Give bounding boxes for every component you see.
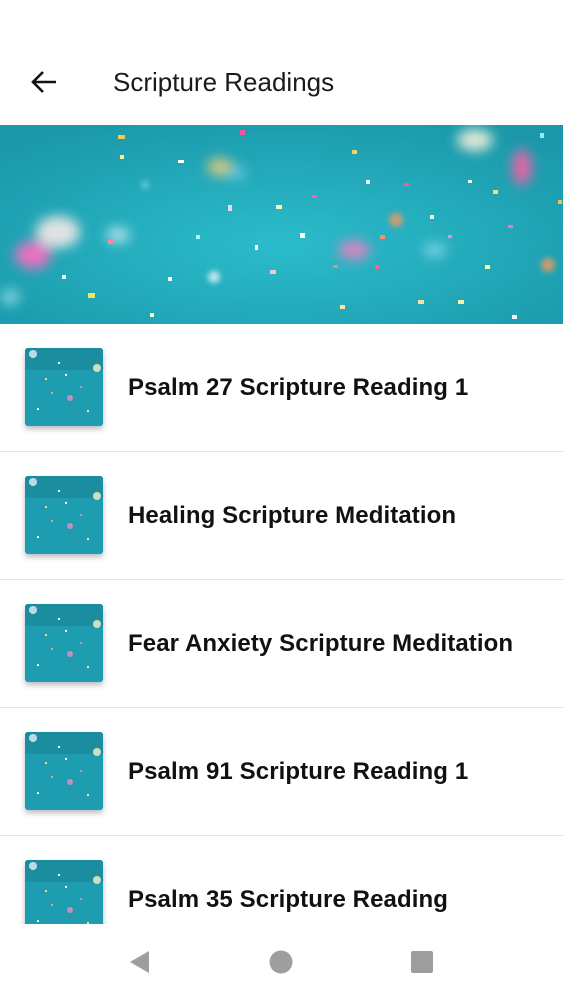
nav-home-button[interactable] xyxy=(257,938,305,986)
list-item[interactable]: Psalm 35 Scripture Reading xyxy=(0,836,563,924)
confetti-thumbnail xyxy=(25,348,103,426)
list-item[interactable]: Psalm 27 Scripture Reading 1 xyxy=(0,324,563,452)
list-item-title: Psalm 27 Scripture Reading 1 xyxy=(128,374,469,401)
confetti-thumbnail xyxy=(25,476,103,554)
list-item[interactable]: Psalm 91 Scripture Reading 1 xyxy=(0,708,563,836)
list-item-title: Healing Scripture Meditation xyxy=(128,502,457,529)
banner-image xyxy=(0,125,563,324)
confetti-thumbnail xyxy=(25,732,103,810)
list-item-title: Psalm 91 Scripture Reading 1 xyxy=(128,758,469,785)
nav-recents-button[interactable] xyxy=(398,938,446,986)
app-bar: Scripture Readings xyxy=(0,0,563,125)
confetti-thumbnail xyxy=(25,604,103,682)
confetti-thumbnail xyxy=(25,860,103,924)
system-nav-bar xyxy=(0,924,563,1000)
scripture-list: Psalm 27 Scripture Reading 1 Healing Scr… xyxy=(0,324,563,924)
list-item[interactable]: Fear Anxiety Scripture Meditation xyxy=(0,580,563,708)
arrow-left-icon xyxy=(31,71,56,93)
list-item-title: Fear Anxiety Scripture Meditation xyxy=(128,630,514,657)
back-button[interactable] xyxy=(20,58,68,106)
square-recents-icon xyxy=(411,951,433,973)
triangle-back-icon xyxy=(130,951,149,973)
circle-home-icon xyxy=(269,950,293,974)
list-item[interactable]: Healing Scripture Meditation xyxy=(0,452,563,580)
nav-back-button[interactable] xyxy=(116,938,164,986)
list-item-title: Psalm 35 Scripture Reading xyxy=(128,886,449,913)
confetti-image xyxy=(0,125,563,324)
page-title: Scripture Readings xyxy=(113,67,335,97)
